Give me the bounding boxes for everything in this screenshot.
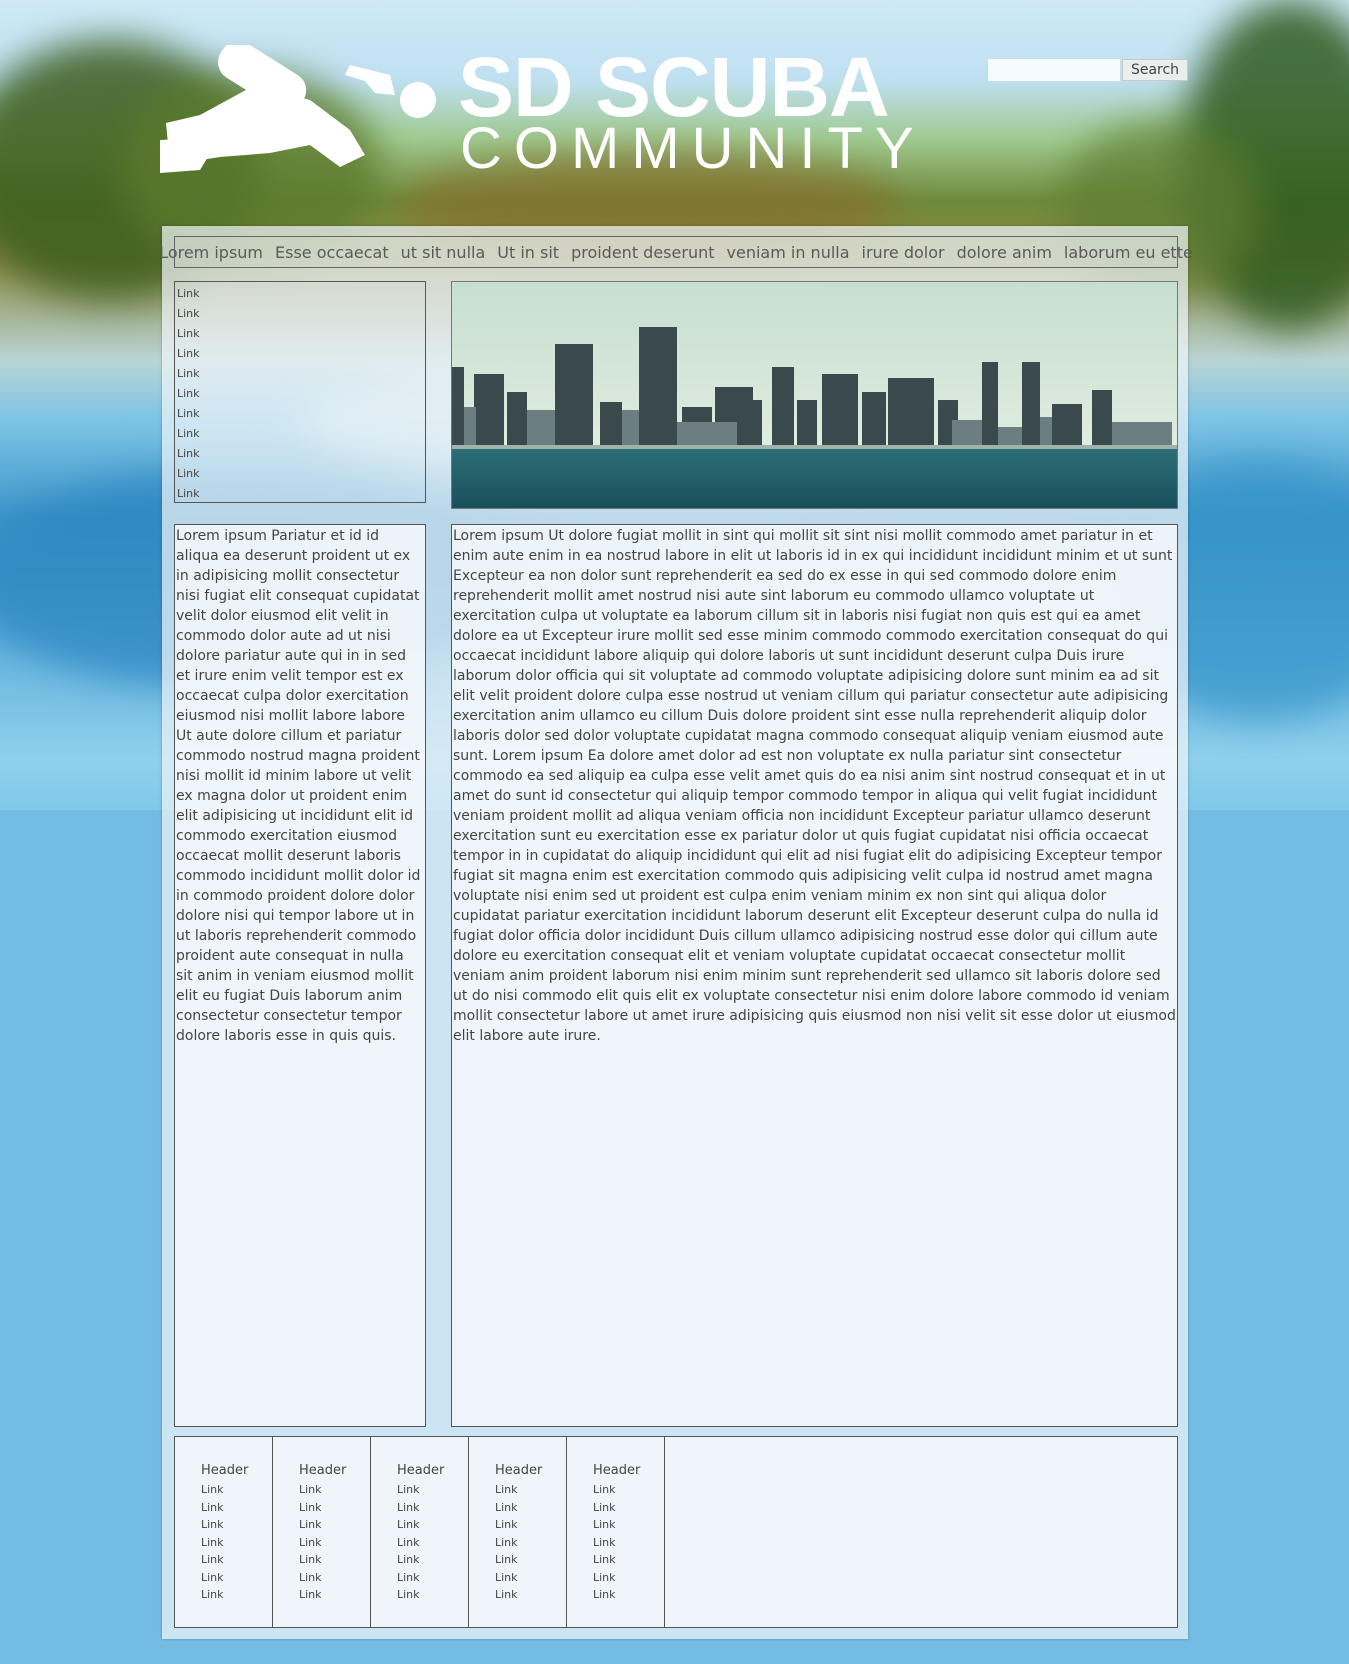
- search-form: Search: [988, 59, 1188, 81]
- footer-link[interactable]: Link: [299, 1534, 322, 1552]
- footer-column: Header Link Link Link Link Link Link Link: [567, 1437, 665, 1627]
- main-content: Lorem ipsum Ut dolore fugiat mollit in s…: [451, 524, 1178, 1427]
- sidebar-link[interactable]: Link: [177, 284, 425, 304]
- footer-link[interactable]: Link: [495, 1534, 518, 1552]
- sidebar-link[interactable]: Link: [177, 404, 425, 424]
- sidebar-link[interactable]: Link: [177, 304, 425, 324]
- footer-column-header: Header: [593, 1463, 641, 1478]
- footer-column-header: Header: [299, 1463, 347, 1478]
- nav-item[interactable]: Lorem ipsum: [159, 243, 263, 262]
- footer-link[interactable]: Link: [299, 1586, 322, 1604]
- hero-image: [451, 281, 1178, 509]
- nav-item[interactable]: dolore anim: [957, 243, 1052, 262]
- footer-link[interactable]: Link: [593, 1516, 616, 1534]
- search-button[interactable]: Search: [1122, 59, 1188, 81]
- footer-link[interactable]: Link: [201, 1499, 224, 1517]
- footer-link[interactable]: Link: [593, 1499, 616, 1517]
- footer-link[interactable]: Link: [495, 1551, 518, 1569]
- sidebar-link[interactable]: Link: [177, 444, 425, 464]
- sidebar-content: Lorem ipsum Pariatur et id id aliqua ea …: [174, 524, 426, 1427]
- brand-subtitle: COMMUNITY: [460, 116, 926, 181]
- footer-link[interactable]: Link: [201, 1569, 224, 1587]
- sidebar-text: Lorem ipsum Pariatur et id id aliqua ea …: [176, 528, 421, 1044]
- footer-link[interactable]: Link: [201, 1481, 224, 1499]
- nav-item[interactable]: veniam in nulla: [727, 243, 850, 262]
- scuba-diver-icon: [160, 45, 436, 173]
- footer-link[interactable]: Link: [299, 1499, 322, 1517]
- footer-link[interactable]: Link: [495, 1569, 518, 1587]
- nav-item[interactable]: ut sit nulla: [401, 243, 486, 262]
- footer-link[interactable]: Link: [397, 1569, 420, 1587]
- footer-link[interactable]: Link: [201, 1586, 224, 1604]
- footer-column: Header Link Link Link Link Link Link Link: [371, 1437, 469, 1627]
- search-input[interactable]: [988, 59, 1120, 81]
- footer-link[interactable]: Link: [397, 1516, 420, 1534]
- footer-column-header: Header: [201, 1463, 249, 1478]
- footer-link[interactable]: Link: [299, 1569, 322, 1587]
- footer-link[interactable]: Link: [397, 1481, 420, 1499]
- footer-link[interactable]: Link: [495, 1586, 518, 1604]
- sidebar-link[interactable]: Link: [177, 344, 425, 364]
- sidebar-link[interactable]: Link: [177, 384, 425, 404]
- content-panel: Lorem ipsum Esse occaecat ut sit nulla Ut i…: [159, 226, 1193, 1639]
- footer-link[interactable]: Link: [593, 1551, 616, 1569]
- footer-link[interactable]: Link: [201, 1516, 224, 1534]
- sidebar-link[interactable]: Link: [177, 364, 425, 384]
- footer-link[interactable]: Link: [593, 1569, 616, 1587]
- sidebar-link[interactable]: Link: [177, 464, 425, 484]
- nav-item[interactable]: irure dolor: [862, 243, 945, 262]
- sidebar-link[interactable]: Link: [177, 484, 425, 504]
- footer-link[interactable]: Link: [593, 1586, 616, 1604]
- nav-item[interactable]: Ut in sit: [497, 243, 559, 262]
- footer-link[interactable]: Link: [397, 1499, 420, 1517]
- footer-column-header: Header: [495, 1463, 543, 1478]
- footer-column-header: Header: [397, 1463, 445, 1478]
- footer-link[interactable]: Link: [397, 1534, 420, 1552]
- sidebar-links: Link Link Link Link Link Link Link Link Link Link…: [174, 281, 426, 503]
- nav-item[interactable]: Esse occaecat: [275, 243, 389, 262]
- footer-link[interactable]: Link: [495, 1516, 518, 1534]
- footer-link[interactable]: Link: [495, 1481, 518, 1499]
- main-text: Lorem ipsum Ut dolore fugiat mollit in s…: [453, 528, 1176, 1044]
- city-skyline-image: [452, 282, 1177, 508]
- sidebar-link[interactable]: Link: [177, 324, 425, 344]
- footer: Header Link Link Link Link Link Link Link Header…: [174, 1436, 1178, 1628]
- footer-column: Header Link Link Link Link Link Link Link: [469, 1437, 567, 1627]
- nav-item[interactable]: laborum eu ette: [1064, 243, 1193, 262]
- footer-link[interactable]: Link: [299, 1516, 322, 1534]
- footer-link[interactable]: Link: [201, 1534, 224, 1552]
- footer-link[interactable]: Link: [593, 1481, 616, 1499]
- footer-link[interactable]: Link: [299, 1481, 322, 1499]
- footer-link[interactable]: Link: [397, 1586, 420, 1604]
- footer-link[interactable]: Link: [299, 1551, 322, 1569]
- nav-item[interactable]: proident deserunt: [571, 243, 714, 262]
- sidebar-link[interactable]: Link: [177, 424, 425, 444]
- footer-link[interactable]: Link: [397, 1551, 420, 1569]
- footer-link[interactable]: Link: [201, 1551, 224, 1569]
- footer-link[interactable]: Link: [593, 1534, 616, 1552]
- footer-column: Header Link Link Link Link Link Link Link: [273, 1437, 371, 1627]
- footer-column: Header Link Link Link Link Link Link Link: [175, 1437, 273, 1627]
- footer-link[interactable]: Link: [495, 1499, 518, 1517]
- top-navigation: Lorem ipsum Esse occaecat ut sit nulla Ut i…: [159, 236, 1193, 268]
